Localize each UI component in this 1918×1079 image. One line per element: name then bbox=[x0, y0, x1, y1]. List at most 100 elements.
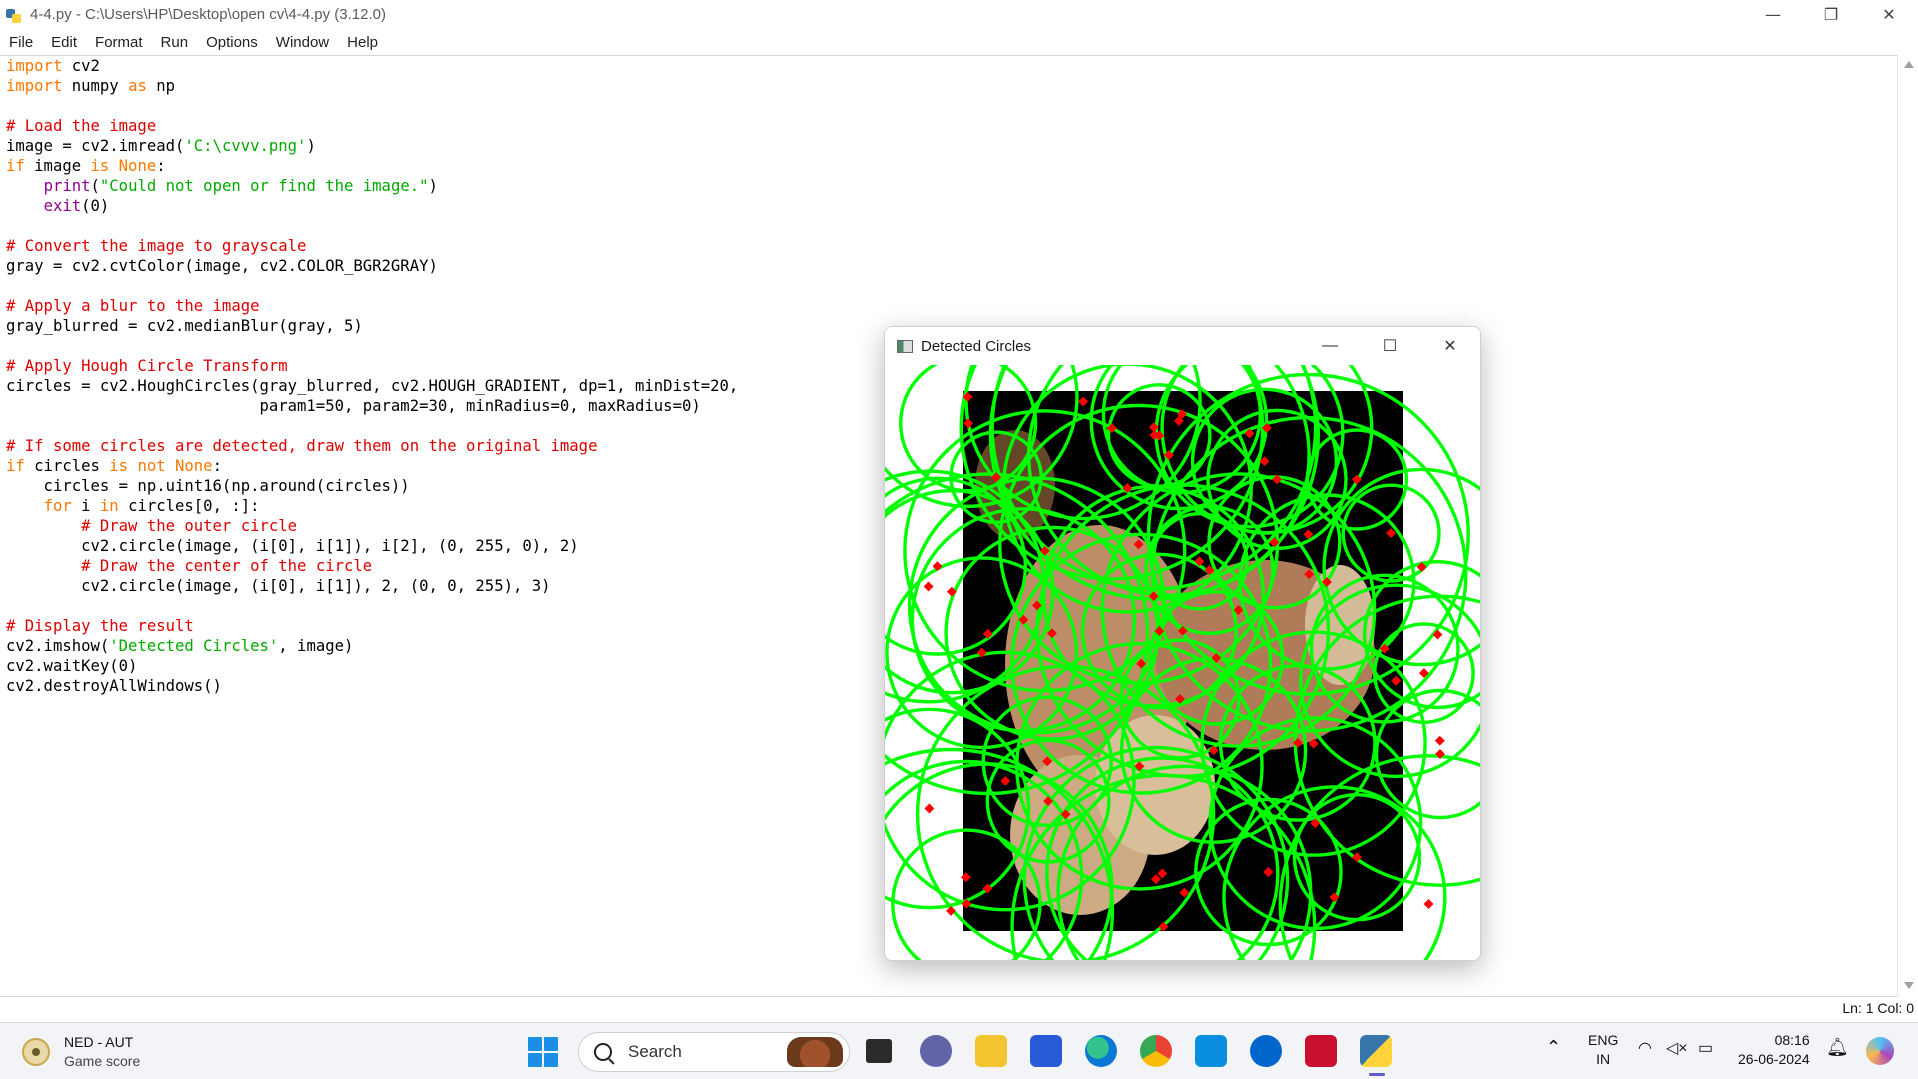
code-line[interactable]: # Apply a blur to the image bbox=[6, 296, 738, 316]
code-token: cv2 bbox=[62, 57, 100, 75]
code-line[interactable] bbox=[6, 276, 738, 296]
edge-browser-icon[interactable] bbox=[1085, 1035, 1117, 1067]
code-token: if bbox=[6, 457, 25, 475]
cv-maximize-button[interactable]: ☐ bbox=[1360, 327, 1420, 365]
taskbar: NED - AUT Game score Search ⌃ ENG IN ◠ ◁… bbox=[0, 1022, 1918, 1079]
code-token: 'Detected Circles' bbox=[109, 637, 279, 655]
code-token: param1=50, param2=30, minRadius=0, maxRa… bbox=[6, 397, 701, 415]
code-line[interactable]: # Draw the outer circle bbox=[6, 516, 738, 536]
code-token: "Could not open or find the image." bbox=[99, 177, 429, 195]
code-line[interactable]: cv2.circle(image, (i[0], i[1]), 2, (0, 0… bbox=[6, 576, 738, 596]
windows-logo-icon bbox=[528, 1037, 542, 1051]
window-title: 4-4.py - C:\Users\HP\Desktop\open cv\4-4… bbox=[30, 6, 386, 23]
lang-top: ENG bbox=[1588, 1032, 1619, 1048]
mcafee-icon[interactable] bbox=[1305, 1035, 1337, 1067]
code-text[interactable]: import cv2 import numpy as np # Load the i… bbox=[6, 56, 738, 696]
code-line[interactable] bbox=[6, 96, 738, 116]
code-line[interactable]: import cv2 bbox=[6, 56, 738, 76]
code-line[interactable]: # Convert the image to grayscale bbox=[6, 236, 738, 256]
myhp-icon[interactable] bbox=[1195, 1035, 1227, 1067]
code-line[interactable]: # Load the image bbox=[6, 116, 738, 136]
code-line[interactable]: circles = np.uint16(np.around(circles)) bbox=[6, 476, 738, 496]
notification-bell-icon[interactable]: 🔔︎ bbox=[1826, 1037, 1849, 1058]
menu-run[interactable]: Run bbox=[152, 34, 198, 51]
code-line[interactable]: image = cv2.imread('C:\cvvv.png') bbox=[6, 136, 738, 156]
code-line[interactable]: if circles is not None: bbox=[6, 456, 738, 476]
vertical-scrollbar[interactable] bbox=[1897, 55, 1918, 995]
detected-circles-window[interactable]: Detected Circles — ☐ ✕ bbox=[884, 326, 1481, 961]
volume-mute-icon[interactable]: ◁× bbox=[1666, 1038, 1688, 1058]
python-icon bbox=[6, 7, 22, 23]
code-line[interactable]: # Apply Hough Circle Transform bbox=[6, 356, 738, 376]
code-line[interactable]: for i in circles[0, :]: bbox=[6, 496, 738, 516]
cv-window-title: Detected Circles bbox=[921, 337, 1032, 355]
help-icon[interactable] bbox=[1250, 1035, 1282, 1067]
chrome-icon[interactable] bbox=[1140, 1035, 1172, 1067]
language-indicator[interactable]: ENG IN bbox=[1588, 1031, 1618, 1069]
menu-edit[interactable]: Edit bbox=[42, 34, 86, 51]
status-bar: Ln: 1 Col: 0 bbox=[0, 996, 1918, 1018]
taskbar-search[interactable]: Search bbox=[578, 1032, 850, 1072]
menu-window[interactable]: Window bbox=[267, 34, 338, 51]
teams-chat-icon[interactable] bbox=[920, 1035, 952, 1067]
code-line[interactable]: # Draw the center of the circle bbox=[6, 556, 738, 576]
cv-minimize-button[interactable]: — bbox=[1300, 327, 1360, 365]
code-line[interactable]: gray = cv2.cvtColor(image, cv2.COLOR_BGR… bbox=[6, 256, 738, 276]
menu-help[interactable]: Help bbox=[338, 34, 387, 51]
widget-title: NED - AUT bbox=[64, 1034, 134, 1050]
microsoft-store-icon[interactable] bbox=[1030, 1035, 1062, 1067]
cv-close-button[interactable]: ✕ bbox=[1420, 327, 1480, 365]
search-label: Search bbox=[628, 1042, 682, 1061]
file-explorer-icon[interactable] bbox=[975, 1035, 1007, 1067]
code-token: print bbox=[43, 177, 91, 195]
code-line[interactable] bbox=[6, 216, 738, 236]
football-icon bbox=[22, 1038, 50, 1066]
menu-format[interactable]: Format bbox=[86, 34, 152, 51]
code-line[interactable]: import numpy as np bbox=[6, 76, 738, 96]
clock[interactable]: 08:16 26-06-2024 bbox=[1738, 1031, 1810, 1069]
code-line[interactable]: circles = cv2.HoughCircles(gray_blurred,… bbox=[6, 376, 738, 396]
code-token: cv2.circle(image, (i[0], i[1]), i[2], (0… bbox=[6, 537, 579, 555]
scroll-down-icon[interactable] bbox=[1904, 982, 1914, 989]
wifi-icon[interactable]: ◠ bbox=[1638, 1038, 1652, 1058]
code-line[interactable]: param1=50, param2=30, minRadius=0, maxRa… bbox=[6, 396, 738, 416]
restore-button[interactable]: ❐ bbox=[1802, 0, 1860, 29]
code-line[interactable]: if image is None: bbox=[6, 156, 738, 176]
code-line[interactable]: gray_blurred = cv2.medianBlur(gray, 5) bbox=[6, 316, 738, 336]
code-token: # Draw the center of the circle bbox=[81, 557, 373, 575]
code-line[interactable]: exit(0) bbox=[6, 196, 738, 216]
menu-bar: File Edit Format Run Options Window Help bbox=[0, 30, 1918, 54]
code-line[interactable]: cv2.circle(image, (i[0], i[1]), i[2], (0… bbox=[6, 536, 738, 556]
code-token: circles = np.uint16(np.around(circles)) bbox=[6, 477, 410, 495]
code-line[interactable]: cv2.waitKey(0) bbox=[6, 656, 738, 676]
code-token: cv2.circle(image, (i[0], i[1]), 2, (0, 0… bbox=[6, 577, 551, 595]
task-view-icon[interactable] bbox=[866, 1039, 892, 1063]
code-line[interactable]: cv2.imshow('Detected Circles', image) bbox=[6, 636, 738, 656]
menu-file[interactable]: File bbox=[0, 34, 42, 51]
minimize-button[interactable]: — bbox=[1744, 0, 1802, 29]
code-line[interactable]: # Display the result bbox=[6, 616, 738, 636]
code-line[interactable] bbox=[6, 596, 738, 616]
scroll-up-icon[interactable] bbox=[1904, 61, 1914, 68]
close-button[interactable]: ✕ bbox=[1860, 0, 1918, 29]
python-idle-icon[interactable] bbox=[1360, 1035, 1392, 1067]
window-app-icon bbox=[897, 339, 913, 353]
code-line[interactable] bbox=[6, 416, 738, 436]
weather-widget[interactable]: NED - AUT Game score bbox=[22, 1033, 140, 1071]
cv-title-bar[interactable]: Detected Circles — ☐ ✕ bbox=[885, 327, 1480, 365]
copilot-icon[interactable] bbox=[1866, 1037, 1894, 1065]
code-token: import bbox=[6, 57, 63, 75]
code-token: circles[0, :]: bbox=[118, 497, 260, 515]
code-line[interactable]: print("Could not open or find the image.… bbox=[6, 176, 738, 196]
start-button[interactable] bbox=[528, 1037, 558, 1067]
menu-options[interactable]: Options bbox=[197, 34, 267, 51]
code-line[interactable]: # If some circles are detected, draw the… bbox=[6, 436, 738, 456]
battery-icon[interactable]: ▭ bbox=[1698, 1038, 1713, 1058]
chevron-up-icon[interactable]: ⌃ bbox=[1546, 1037, 1561, 1058]
code-token: # Load the image bbox=[6, 117, 157, 135]
code-line[interactable] bbox=[6, 336, 738, 356]
code-line[interactable]: cv2.destroyAllWindows() bbox=[6, 676, 738, 696]
code-token: i bbox=[71, 497, 100, 515]
